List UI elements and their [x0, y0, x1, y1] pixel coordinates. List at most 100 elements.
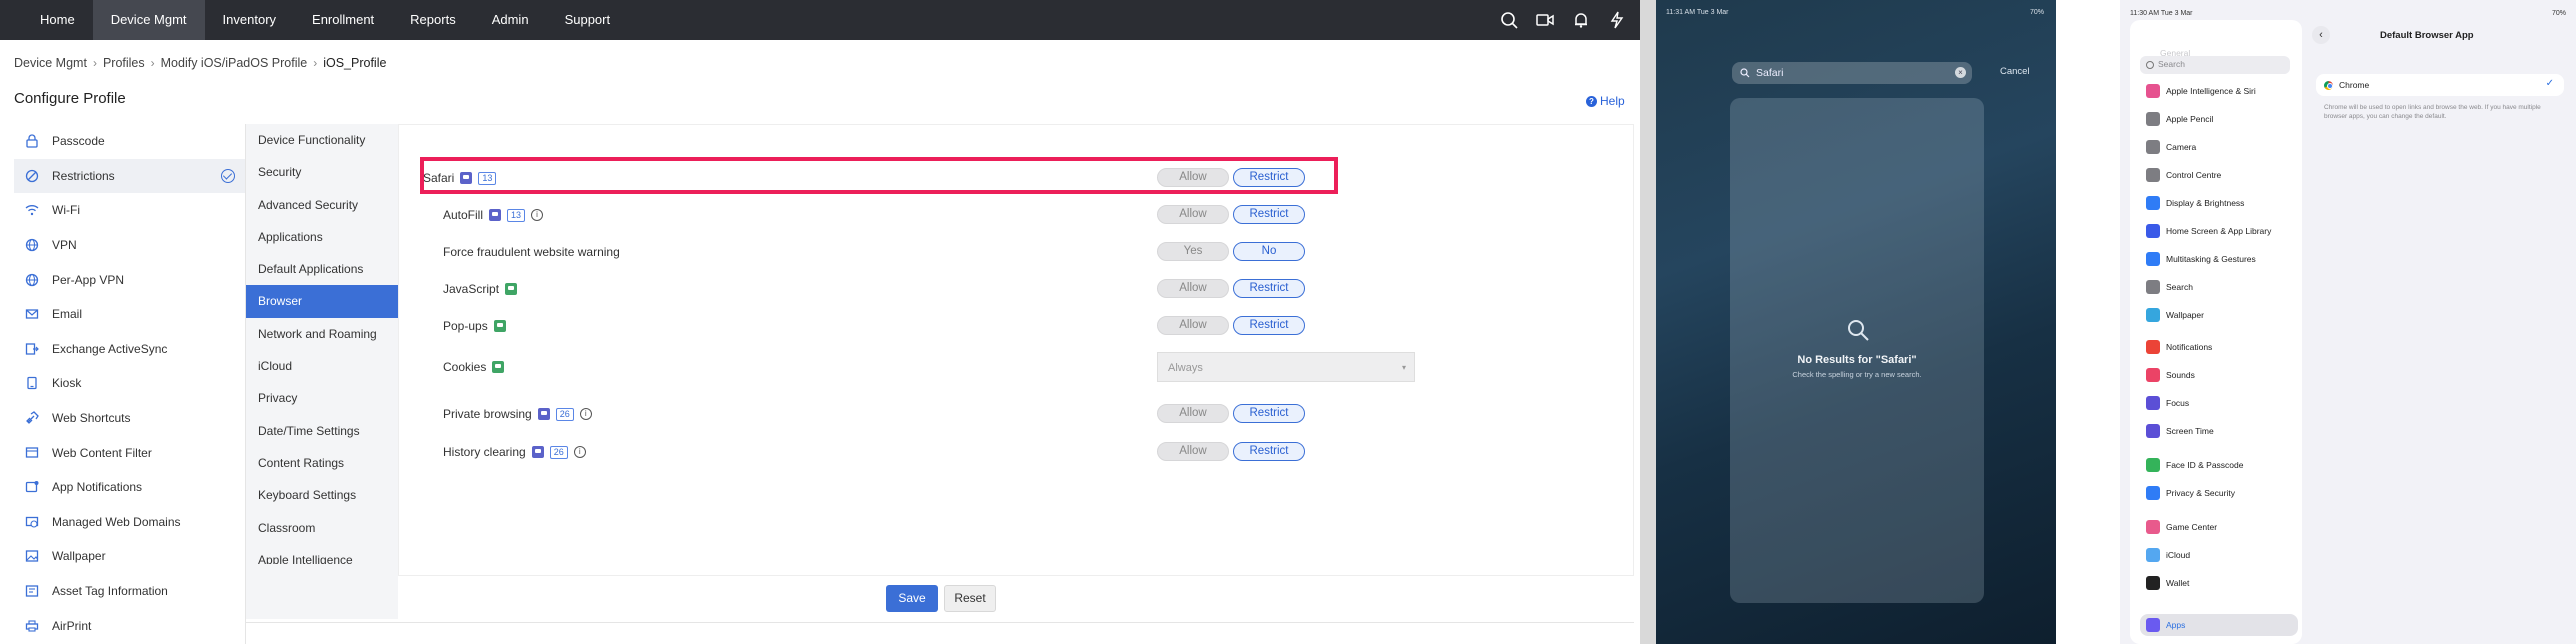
sidebar-item-asset-tag-information[interactable]: Asset Tag Information — [14, 574, 245, 609]
sidebar-item-per-app-vpn[interactable]: Per-App VPN — [14, 262, 245, 297]
sidebar-item-passcode[interactable]: Passcode — [14, 124, 245, 159]
sidebar-item-managed-web-domains[interactable]: Managed Web Domains — [14, 505, 245, 540]
settings-item-game-center[interactable]: Game Center — [2140, 516, 2298, 538]
sidebar-item-kiosk[interactable]: Kiosk — [14, 366, 245, 401]
sidebar-item-app-notifications[interactable]: App Notifications — [14, 470, 245, 505]
subnav-item-default-applications[interactable]: Default Applications — [246, 253, 398, 285]
bell-icon[interactable] — [1572, 11, 1590, 29]
globe-icon — [24, 272, 40, 288]
settings-item-search[interactable]: Search — [2140, 276, 2298, 298]
settings-item-label: Wallet — [2166, 578, 2190, 588]
sidebar-item-email[interactable]: Email — [14, 297, 245, 332]
nav-inventory[interactable]: Inventory — [205, 0, 294, 40]
settings-item-wallpaper[interactable]: Wallpaper — [2140, 304, 2298, 326]
back-button[interactable]: ‹ — [2312, 26, 2330, 44]
info-icon[interactable]: i — [531, 209, 544, 221]
option-no-button[interactable]: No — [1233, 242, 1305, 261]
subnav-item-applications[interactable]: Applications — [246, 221, 398, 253]
breadcrumb-profiles[interactable]: Profiles — [103, 56, 145, 70]
settings-item-screen-time[interactable]: Screen Time — [2140, 420, 2298, 442]
sidebar-item-label: Email — [52, 307, 83, 322]
breadcrumb-modify-profile[interactable]: Modify iOS/iPadOS Profile — [161, 56, 308, 70]
option-restrict-button[interactable]: Restrict — [1233, 205, 1305, 224]
cancel-button[interactable]: Cancel — [2000, 66, 2030, 77]
settings-item-privacy-security[interactable]: Privacy & Security — [2140, 482, 2298, 504]
settings-item-apps[interactable]: Apps — [2140, 614, 2298, 636]
settings-item-focus[interactable]: Focus — [2140, 392, 2298, 414]
select-value: Always — [1168, 362, 1203, 374]
subnav-item-content-ratings[interactable]: Content Ratings — [246, 447, 398, 479]
option-restrict-button[interactable]: Restrict — [1233, 442, 1305, 461]
help-label: Help — [1600, 94, 1625, 108]
sidebar-item-airprint[interactable]: AirPrint — [14, 608, 245, 643]
nav-reports[interactable]: Reports — [392, 0, 474, 40]
settings-search-field[interactable]: Search — [2140, 56, 2290, 74]
wallet-icon — [2146, 576, 2160, 590]
settings-item-camera[interactable]: Camera — [2140, 136, 2298, 158]
browser-option-chrome[interactable]: Chrome ✓ — [2316, 74, 2564, 96]
option-allow-button[interactable]: Allow — [1157, 168, 1229, 187]
subnav-item-browser[interactable]: Browser — [246, 285, 398, 318]
settings-item-multitasking-gestures[interactable]: Multitasking & Gestures — [2140, 248, 2298, 270]
setting-row-history-clearing: History clearing 26 i Allow Restrict — [399, 437, 1635, 467]
help-icon: ? — [1586, 95, 1597, 107]
save-button[interactable]: Save — [886, 585, 938, 612]
subnav-item-security[interactable]: Security — [246, 156, 398, 188]
breadcrumb-device-mgmt[interactable]: Device Mgmt — [14, 56, 87, 70]
option-allow-button[interactable]: Allow — [1157, 442, 1229, 461]
help-link[interactable]: ? Help — [1586, 94, 1625, 108]
subnav-item-keyboard-settings[interactable]: Keyboard Settings — [246, 479, 398, 511]
nav-home[interactable]: Home — [22, 0, 93, 40]
option-restrict-button[interactable]: Restrict — [1233, 316, 1305, 335]
settings-item-apple-pencil[interactable]: Apple Pencil — [2140, 108, 2298, 130]
subnav-item-classroom[interactable]: Classroom — [246, 512, 398, 544]
settings-item-display-brightness[interactable]: Display & Brightness — [2140, 192, 2298, 214]
nav-support[interactable]: Support — [547, 0, 629, 40]
option-allow-button[interactable]: Allow — [1157, 279, 1229, 298]
info-icon[interactable]: i — [579, 408, 592, 420]
settings-item-apple-intelligence-siri[interactable]: Apple Intelligence & Siri — [2140, 80, 2298, 102]
nav-admin[interactable]: Admin — [474, 0, 547, 40]
option-allow-button[interactable]: Allow — [1157, 205, 1229, 224]
page-title: Configure Profile — [14, 90, 126, 107]
settings-item-icloud[interactable]: iCloud — [2140, 544, 2298, 566]
supervised-icon — [492, 361, 505, 373]
setting-row-private-browsing: Private browsing 26 i Allow Restrict — [399, 399, 1635, 429]
settings-item-home-screen-app-library[interactable]: Home Screen & App Library — [2140, 220, 2298, 242]
reset-button[interactable]: Reset — [944, 585, 996, 612]
info-icon[interactable]: i — [573, 446, 586, 458]
option-restrict-button[interactable]: Restrict — [1233, 168, 1305, 187]
subnav-item-date-time-settings[interactable]: Date/Time Settings — [246, 415, 398, 447]
settings-item-sounds[interactable]: Sounds — [2140, 364, 2298, 386]
video-icon[interactable] — [1536, 11, 1554, 29]
settings-item-face-id-passcode[interactable]: Face ID & Passcode — [2140, 454, 2298, 476]
settings-item-notifications[interactable]: Notifications — [2140, 336, 2298, 358]
subnav-item-network-and-roaming[interactable]: Network and Roaming — [246, 318, 398, 350]
sidebar-item-web-content-filter[interactable]: Web Content Filter — [14, 435, 245, 470]
sidebar-item-restrictions[interactable]: Restrictions — [14, 158, 245, 194]
sidebar-item-exchange-activesync[interactable]: Exchange ActiveSync — [14, 332, 245, 367]
option-restrict-button[interactable]: Restrict — [1233, 404, 1305, 423]
subnav-item-privacy[interactable]: Privacy — [246, 382, 398, 414]
nav-enrollment[interactable]: Enrollment — [294, 0, 392, 40]
option-yes-button[interactable]: Yes — [1157, 242, 1229, 261]
settings-item-control-centre[interactable]: Control Centre — [2140, 164, 2298, 186]
settings-item-wallet[interactable]: Wallet — [2140, 572, 2298, 594]
cookies-select[interactable]: Always ▾ — [1157, 352, 1415, 382]
clear-icon[interactable]: × — [1955, 67, 1966, 78]
sidebar-item-web-shortcuts[interactable]: Web Shortcuts — [14, 401, 245, 436]
subnav-item-advanced-security[interactable]: Advanced Security — [246, 189, 398, 221]
option-allow-button[interactable]: Allow — [1157, 404, 1229, 423]
subnav-item-device-functionality[interactable]: Device Functionality — [246, 124, 398, 156]
option-restrict-button[interactable]: Restrict — [1233, 279, 1305, 298]
sidebar-item-wallpaper[interactable]: Wallpaper — [14, 539, 245, 574]
sidebar-item-vpn[interactable]: VPN — [14, 228, 245, 263]
spotlight-search-field[interactable]: Safari × — [1732, 62, 1972, 84]
sidebar-item-wi-fi[interactable]: Wi-Fi — [14, 193, 245, 228]
nav-device-mgmt[interactable]: Device Mgmt — [92, 0, 205, 40]
search-icon[interactable] — [1500, 11, 1518, 29]
lightning-icon[interactable] — [1608, 11, 1626, 29]
device-icon — [489, 209, 502, 221]
option-allow-button[interactable]: Allow — [1157, 316, 1229, 335]
subnav-item-icloud[interactable]: iCloud — [246, 350, 398, 382]
